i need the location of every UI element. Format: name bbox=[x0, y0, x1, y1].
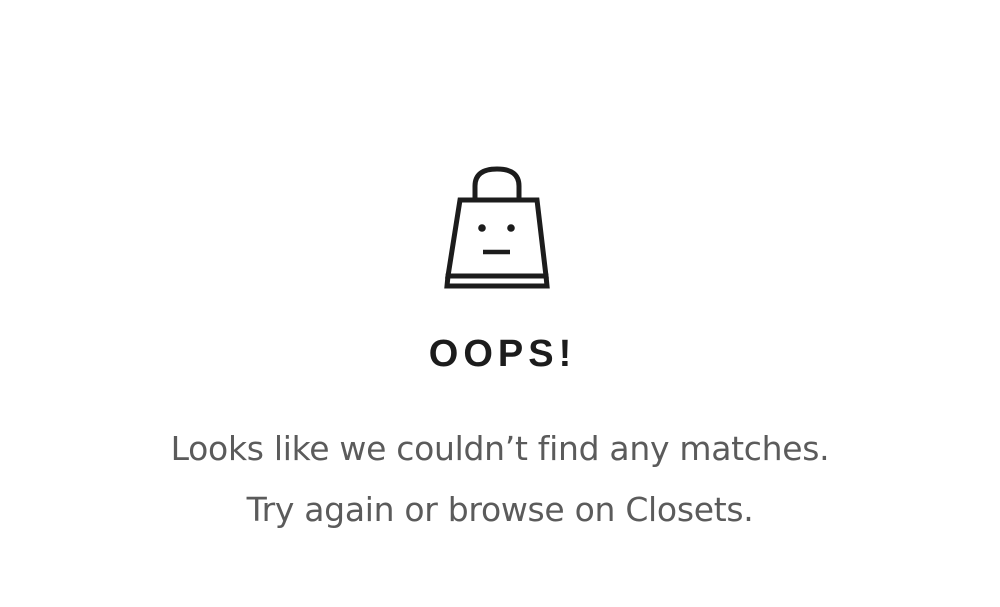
empty-state-message-line1: Looks like we couldn’t find any matches. bbox=[170, 429, 830, 468]
shopping-bag-face-icon bbox=[444, 166, 550, 289]
empty-state-title: OOPS! bbox=[428, 333, 577, 375]
empty-state-message-line2: Try again or browse on Closets. bbox=[246, 490, 754, 529]
empty-state: OOPS! Looks like we couldn’t find any ma… bbox=[0, 0, 1000, 607]
